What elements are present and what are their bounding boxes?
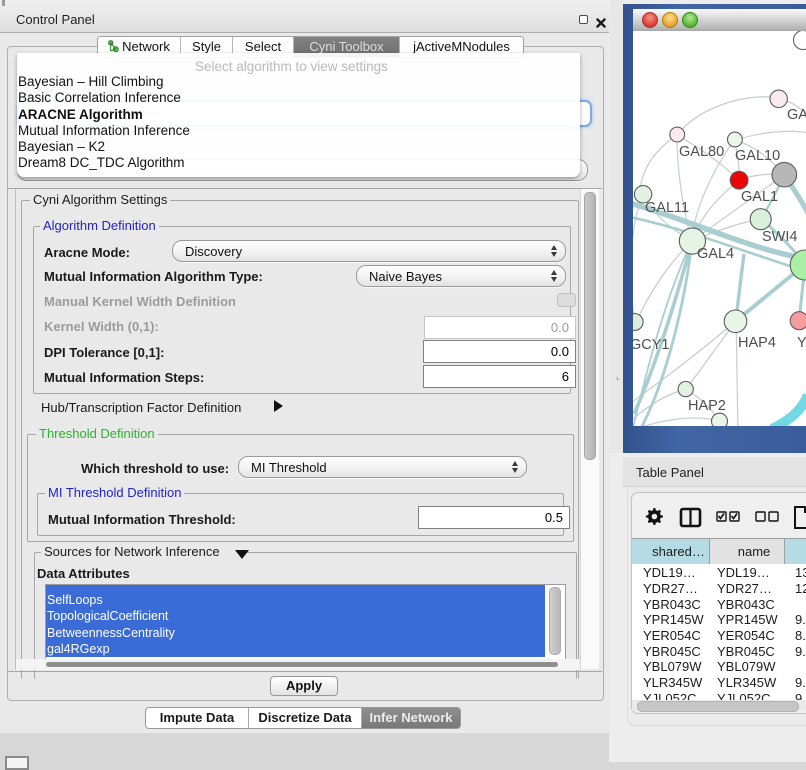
svg-text:HAP4: HAP4 (738, 335, 776, 351)
svg-text:SWI4: SWI4 (762, 229, 797, 245)
svg-text:GCY1: GCY1 (633, 337, 670, 353)
svg-text:GAL10: GAL10 (735, 148, 780, 164)
svg-text:Y: Y (797, 335, 806, 351)
svg-text:HAP2: HAP2 (688, 398, 726, 414)
svg-text:GAL4: GAL4 (697, 246, 734, 262)
svg-text:GAL7: GAL7 (787, 107, 806, 123)
svg-text:GAL80: GAL80 (679, 144, 724, 160)
svg-text:GAL11: GAL11 (645, 200, 689, 216)
svg-text:GAL1: GAL1 (741, 189, 778, 205)
